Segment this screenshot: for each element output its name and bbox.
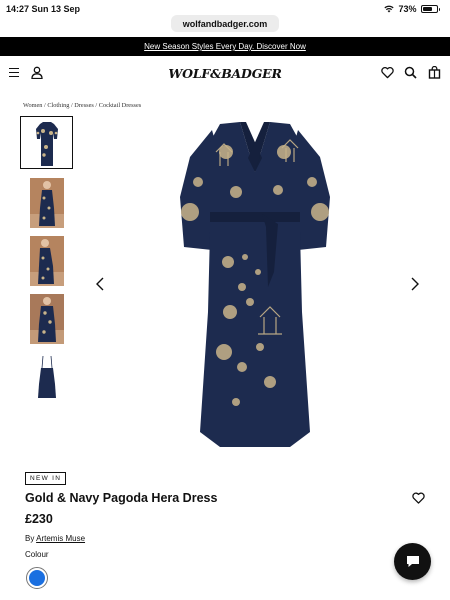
bag-icon[interactable] [428, 66, 441, 79]
product-price: £230 [25, 512, 53, 526]
thumbnail-dress-front[interactable] [20, 116, 73, 169]
model-image [29, 293, 64, 344]
address-bar-url: wolfandbadger.com [182, 18, 268, 29]
thumbnail-slip-dress[interactable] [20, 350, 73, 403]
thumbnail-model-1[interactable] [20, 176, 73, 229]
brand-link[interactable]: Artemis Muse [36, 534, 85, 543]
search-icon[interactable] [404, 66, 417, 79]
new-in-badge: NEW IN [25, 472, 67, 485]
by-label: By [25, 534, 35, 543]
account-icon[interactable] [31, 66, 43, 79]
chevron-right-icon[interactable] [409, 277, 421, 291]
colour-label: Colour [25, 550, 49, 559]
model-image [29, 235, 64, 286]
product-main-image[interactable] [150, 112, 360, 457]
promo-link[interactable]: New Season Styles Every Day. Discover No… [144, 42, 306, 51]
menu-icon[interactable] [9, 68, 19, 77]
chevron-left-icon[interactable] [94, 277, 106, 291]
battery-icon [420, 5, 438, 13]
model-image [29, 177, 64, 228]
product-byline: By Artemis Muse [25, 534, 85, 543]
address-bar[interactable]: wolfandbadger.com [171, 15, 279, 32]
site-logo[interactable]: WOLF&BADGER [160, 66, 290, 81]
thumbnail-model-2[interactable] [20, 234, 73, 287]
product-title: Gold & Navy Pagoda Hera Dress [25, 491, 218, 505]
breadcrumb[interactable]: Women / Clothing / Dresses / Cocktail Dr… [23, 102, 141, 109]
site-header: WOLF&BADGER [0, 56, 450, 92]
wishlist-icon[interactable] [381, 66, 394, 79]
status-time: 14:27 Sun 13 Sep [6, 4, 81, 14]
wishlist-heart-icon[interactable] [412, 492, 425, 504]
chat-icon [406, 556, 419, 567]
dress-image [35, 121, 58, 166]
status-indicators: 73% [384, 4, 440, 14]
battery-percent: 73% [398, 4, 417, 14]
thumbnail-model-3[interactable] [20, 292, 73, 345]
slip-dress-image [37, 355, 56, 398]
chat-button[interactable] [394, 543, 431, 580]
wifi-icon [384, 5, 395, 13]
colour-swatch[interactable] [26, 567, 48, 589]
promo-banner[interactable]: New Season Styles Every Day. Discover No… [0, 37, 450, 56]
